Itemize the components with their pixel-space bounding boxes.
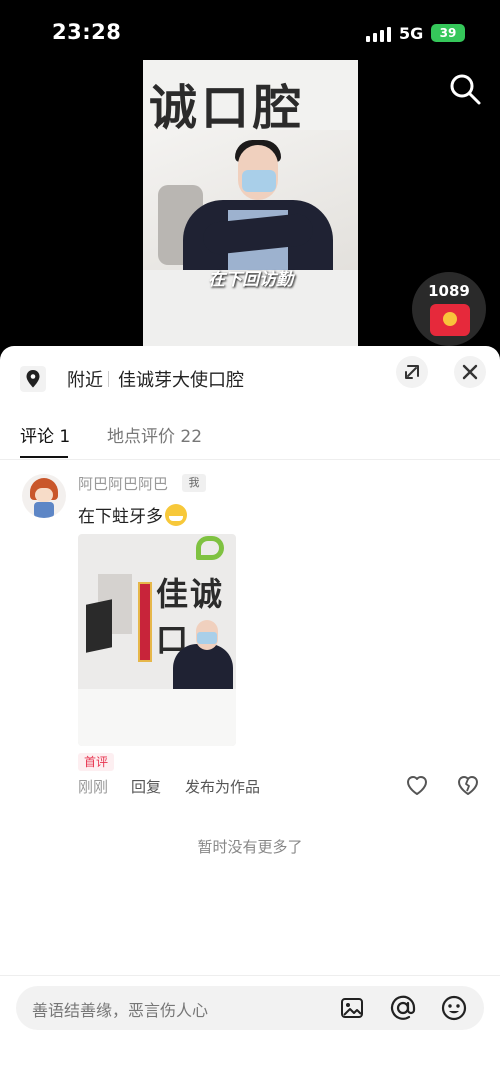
close-button[interactable]: [454, 356, 486, 388]
publish-as-work-button[interactable]: 发布为作品: [185, 776, 260, 797]
comment-input[interactable]: 善语结善缘，恶言伤人心: [16, 986, 484, 1030]
at-mention-icon[interactable]: [389, 994, 417, 1022]
comment-text: 在下蛀牙多: [78, 502, 187, 527]
tab-comments[interactable]: 评论 1: [20, 422, 70, 447]
clinic-logo-icon: [196, 536, 224, 560]
comment-text-content: 在下蛀牙多: [78, 507, 163, 527]
comment-sheet: 附近 佳诚芽大使口腔 评论 1 地点评价 22 阿巴阿巴阿巴 我 在下蛀牙多 佳…: [0, 346, 500, 1080]
first-review-badge: 首评: [78, 753, 114, 771]
grin-sweat-emoji-icon: [165, 504, 187, 526]
expand-button[interactable]: [396, 356, 428, 388]
status-time: 23:28: [52, 20, 122, 44]
video-caption: 在下回访勤: [208, 270, 293, 290]
comment-time: 刚刚: [78, 778, 109, 796]
battery-icon: 39: [431, 24, 465, 42]
tab-place-reviews[interactable]: 地点评价 22: [107, 422, 202, 447]
red-packet-button[interactable]: 1089: [412, 272, 486, 346]
no-more-text: 暂时没有更多了: [197, 838, 303, 856]
comment-username[interactable]: 阿巴阿巴阿巴: [78, 473, 168, 494]
location-divider: [108, 371, 109, 387]
battery-level: 39: [439, 26, 457, 40]
tab-bar: 评论 1 地点评价 22: [0, 414, 500, 460]
heart-icon[interactable]: [404, 772, 430, 798]
red-envelope-icon: [430, 304, 470, 336]
avatar[interactable]: [22, 474, 66, 518]
emoji-icon[interactable]: [440, 994, 468, 1022]
comment-image[interactable]: 佳诚口: [78, 534, 236, 746]
status-bar: 23:28 5G 39: [0, 0, 500, 60]
image-icon[interactable]: [339, 995, 365, 1021]
location-name[interactable]: 佳诚芽大使口腔: [118, 366, 244, 392]
search-icon[interactable]: [448, 72, 482, 106]
expand-icon: [405, 365, 419, 379]
tab-active-indicator: [20, 456, 68, 458]
location-pin-icon: [20, 366, 46, 392]
location-label: 附近: [67, 370, 103, 391]
me-badge: 我: [182, 474, 206, 492]
video-player[interactable]: 诚口腔 在下回访勤: [143, 60, 358, 360]
comment-input-placeholder: 善语结善缘，恶言伤人心: [32, 1001, 209, 1020]
red-packet-count: 1089: [428, 282, 470, 300]
network-type: 5G: [399, 24, 424, 43]
reply-button[interactable]: 回复: [131, 776, 161, 797]
comment-input-bar: 善语结善缘，恶言伤人心: [0, 975, 500, 1080]
broken-heart-icon[interactable]: [455, 772, 481, 798]
video-sign-text: 诚口腔: [149, 80, 306, 136]
close-icon: [462, 364, 478, 380]
signal-icon: [366, 26, 392, 42]
video-sign: 诚口腔: [143, 60, 358, 136]
